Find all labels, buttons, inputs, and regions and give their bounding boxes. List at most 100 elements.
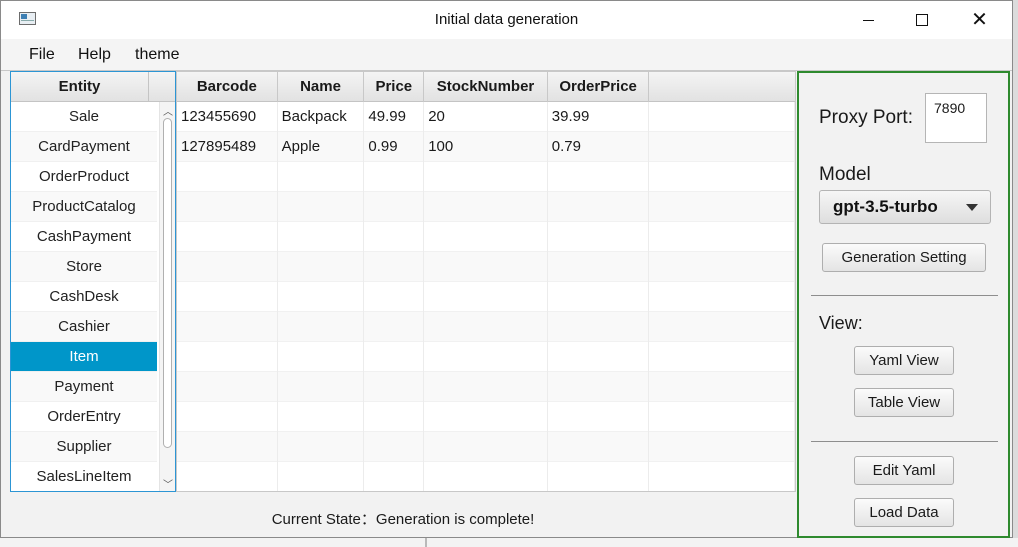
table-cell[interactable] — [278, 432, 365, 462]
table-cell[interactable] — [649, 372, 795, 402]
table-cell[interactable]: 49.99 — [364, 102, 425, 132]
table-cell[interactable] — [278, 222, 365, 252]
yaml-view-button[interactable]: Yaml View — [854, 346, 954, 375]
table-cell[interactable] — [649, 192, 795, 222]
table-cell[interactable] — [364, 432, 425, 462]
entity-scrollbar[interactable]: ︿ ﹀ — [159, 102, 175, 491]
menu-theme[interactable]: theme — [135, 46, 179, 64]
table-cell[interactable] — [177, 312, 278, 342]
table-row[interactable] — [177, 342, 795, 372]
column-header-name[interactable]: Name — [278, 72, 365, 102]
table-cell[interactable] — [649, 162, 795, 192]
table-row[interactable] — [177, 252, 795, 282]
table-cell[interactable] — [649, 342, 795, 372]
column-header-price[interactable]: Price — [364, 72, 425, 102]
table-cell[interactable] — [548, 162, 650, 192]
proxy-port-input[interactable]: 7890 — [925, 93, 987, 143]
table-cell[interactable] — [364, 402, 425, 432]
table-cell[interactable] — [177, 222, 278, 252]
table-cell[interactable] — [177, 402, 278, 432]
entity-item-item[interactable]: Item — [11, 342, 157, 372]
table-cell[interactable] — [177, 192, 278, 222]
table-cell[interactable] — [364, 372, 425, 402]
scrollbar-thumb[interactable] — [163, 118, 172, 448]
table-cell[interactable] — [278, 282, 365, 312]
table-row[interactable] — [177, 192, 795, 222]
table-cell[interactable] — [548, 432, 650, 462]
table-cell[interactable] — [548, 252, 650, 282]
table-cell[interactable]: 0.79 — [548, 132, 650, 162]
scroll-up-icon[interactable]: ︿ — [162, 103, 174, 118]
table-row[interactable] — [177, 372, 795, 402]
table-cell[interactable]: Backpack — [278, 102, 365, 132]
menu-file[interactable]: File — [29, 46, 55, 64]
table-cell[interactable] — [424, 192, 548, 222]
table-cell[interactable] — [278, 192, 365, 222]
table-cell[interactable]: 123455690 — [177, 102, 278, 132]
table-cell[interactable] — [424, 222, 548, 252]
table-cell[interactable] — [177, 342, 278, 372]
table-cell[interactable] — [177, 252, 278, 282]
table-row[interactable] — [177, 432, 795, 462]
table-cell[interactable] — [548, 372, 650, 402]
entity-item-supplier[interactable]: Supplier — [11, 432, 157, 462]
model-select[interactable]: gpt-3.5-turbo — [819, 190, 991, 224]
table-cell[interactable] — [278, 372, 365, 402]
column-header-orderprice[interactable]: OrderPrice — [548, 72, 650, 102]
table-row[interactable] — [177, 312, 795, 342]
table-cell[interactable] — [424, 312, 548, 342]
table-cell[interactable] — [548, 192, 650, 222]
load-data-button[interactable]: Load Data — [854, 498, 954, 527]
table-cell[interactable] — [548, 222, 650, 252]
table-cell[interactable] — [649, 132, 795, 162]
table-cell[interactable] — [649, 312, 795, 342]
column-header-barcode[interactable]: Barcode — [177, 72, 278, 102]
table-row[interactable] — [177, 162, 795, 192]
table-cell[interactable] — [649, 222, 795, 252]
table-cell[interactable]: 20 — [424, 102, 548, 132]
table-cell[interactable] — [548, 462, 650, 491]
table-cell[interactable]: 39.99 — [548, 102, 650, 132]
table-cell[interactable] — [177, 282, 278, 312]
table-cell[interactable] — [278, 312, 365, 342]
table-cell[interactable] — [364, 342, 425, 372]
table-cell[interactable] — [649, 102, 795, 132]
table-cell[interactable] — [364, 162, 425, 192]
entity-item-saleslineitem[interactable]: SalesLineItem — [11, 462, 157, 491]
table-cell[interactable]: 100 — [424, 132, 548, 162]
table-cell[interactable] — [548, 282, 650, 312]
entity-item-cashpayment[interactable]: CashPayment — [11, 222, 157, 252]
entity-item-orderproduct[interactable]: OrderProduct — [11, 162, 157, 192]
table-cell[interactable] — [424, 432, 548, 462]
table-cell[interactable] — [424, 342, 548, 372]
table-row[interactable] — [177, 402, 795, 432]
table-cell[interactable] — [548, 312, 650, 342]
entity-item-cardpayment[interactable]: CardPayment — [11, 132, 157, 162]
table-cell[interactable] — [649, 402, 795, 432]
table-cell[interactable] — [177, 462, 278, 491]
table-cell[interactable] — [278, 402, 365, 432]
minimize-button[interactable] — [840, 1, 897, 39]
table-cell[interactable] — [364, 222, 425, 252]
table-cell[interactable] — [364, 312, 425, 342]
table-cell[interactable] — [548, 402, 650, 432]
table-cell[interactable] — [424, 402, 548, 432]
title-bar[interactable]: Initial data generation ✕ — [1, 1, 1012, 39]
entity-item-cashdesk[interactable]: CashDesk — [11, 282, 157, 312]
table-cell[interactable] — [278, 252, 365, 282]
column-header-stocknumber[interactable]: StockNumber — [424, 72, 548, 102]
entity-item-sale[interactable]: Sale — [11, 102, 157, 132]
edit-yaml-button[interactable]: Edit Yaml — [854, 456, 954, 485]
entity-item-orderentry[interactable]: OrderEntry — [11, 402, 157, 432]
table-view-button[interactable]: Table View — [854, 388, 954, 417]
table-cell[interactable] — [424, 252, 548, 282]
table-row[interactable] — [177, 282, 795, 312]
table-cell[interactable] — [177, 432, 278, 462]
table-cell[interactable] — [424, 162, 548, 192]
table-cell[interactable] — [424, 462, 548, 491]
table-cell[interactable] — [548, 342, 650, 372]
table-row[interactable]: 127895489 Apple 0.99 100 0.79 — [177, 132, 795, 162]
entity-item-cashier[interactable]: Cashier — [11, 312, 157, 342]
table-cell[interactable]: 0.99 — [364, 132, 425, 162]
maximize-button[interactable] — [893, 1, 950, 39]
